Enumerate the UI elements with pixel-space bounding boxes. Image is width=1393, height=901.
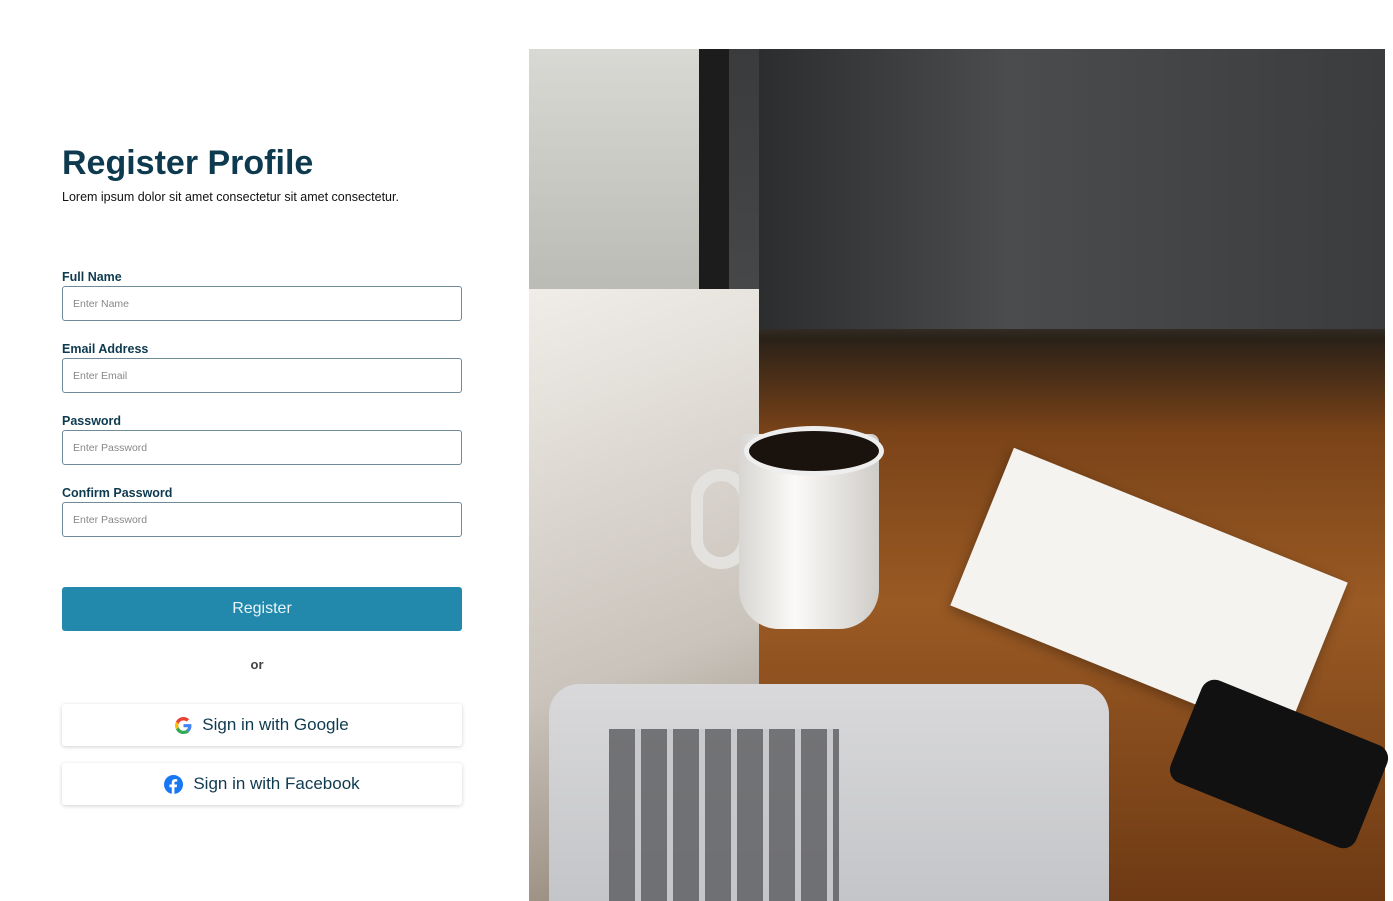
window <box>529 49 729 299</box>
page-title: Register Profile <box>62 144 314 182</box>
laptop-keyboard <box>609 729 839 901</box>
email-group: Email Address <box>62 342 462 393</box>
confirm-password-label: Confirm Password <box>62 486 173 500</box>
facebook-signin-button[interactable]: Sign in with Facebook <box>62 763 462 805</box>
google-icon <box>175 716 192 734</box>
full-name-label: Full Name <box>62 270 122 284</box>
google-signin-label: Sign in with Google <box>202 715 349 734</box>
email-label: Email Address <box>62 342 149 356</box>
coffee-mug <box>739 426 884 629</box>
google-signin-button[interactable]: Sign in with Google <box>62 704 462 746</box>
full-name-group: Full Name <box>62 270 462 321</box>
full-name-input[interactable] <box>62 286 462 321</box>
workspace-photo <box>529 49 1393 901</box>
register-button[interactable]: Register <box>62 587 462 631</box>
password-group: Password <box>62 414 462 465</box>
password-input[interactable] <box>62 430 462 465</box>
email-input[interactable] <box>62 358 462 393</box>
facebook-icon <box>164 774 184 794</box>
confirm-password-input[interactable] <box>62 502 462 537</box>
wall <box>759 49 1385 329</box>
confirm-password-group: Confirm Password <box>62 486 462 537</box>
page-subtitle: Lorem ipsum dolor sit amet consectetur s… <box>62 190 399 204</box>
or-divider: or <box>250 657 264 672</box>
facebook-signin-label: Sign in with Facebook <box>193 774 360 793</box>
password-label: Password <box>62 414 122 428</box>
